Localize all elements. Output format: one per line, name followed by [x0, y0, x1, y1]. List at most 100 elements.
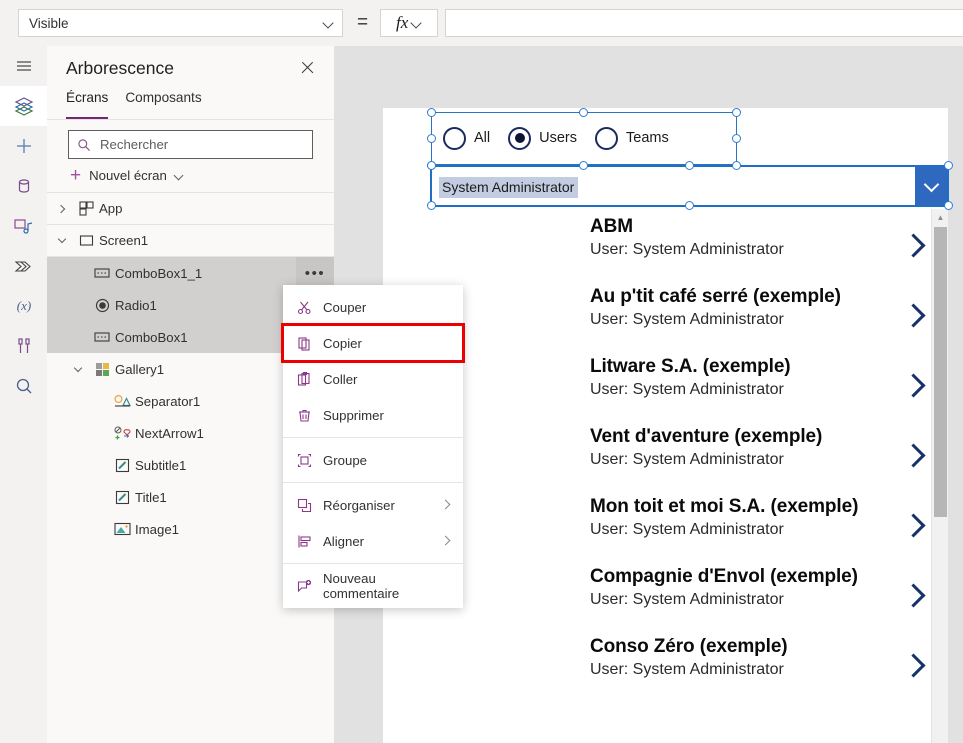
combobox-icon [89, 330, 115, 344]
label-icon [109, 490, 135, 505]
copy-icon [297, 336, 323, 351]
tree-node-label: ComboBox1_1 [115, 265, 203, 281]
selection-handle[interactable] [732, 134, 741, 143]
gallery-item[interactable]: Conso Zéro (exemple) User: System Admini… [431, 629, 948, 699]
gallery-item[interactable]: Litware S.A. (exemple) User: System Admi… [431, 349, 948, 419]
chevron-right-icon[interactable] [904, 441, 926, 469]
selection-handle[interactable] [427, 108, 436, 117]
chevron-down-icon[interactable] [67, 363, 89, 374]
tree-panel-header: Arborescence [47, 46, 334, 90]
close-icon[interactable] [296, 56, 320, 80]
radio-option-all[interactable]: All [443, 126, 490, 150]
selection-handle[interactable] [579, 108, 588, 117]
formula-input[interactable] [445, 9, 963, 37]
gallery-item-title: ABM [590, 216, 633, 237]
selection-handle[interactable] [685, 201, 694, 210]
tree-view-icon[interactable] [0, 86, 47, 126]
chevron-right-icon[interactable] [904, 651, 926, 679]
formula-bar: Visible = fx [0, 0, 963, 46]
radio-icon [89, 298, 115, 313]
menu-item-label: Réorganiser [323, 497, 395, 513]
selection-handle[interactable] [685, 161, 694, 170]
selection-handle[interactable] [579, 161, 588, 170]
selection-handle[interactable] [732, 108, 741, 117]
chevron-right-icon[interactable] [51, 204, 73, 213]
tree-node-label: Separator1 [135, 393, 201, 409]
chevron-right-icon[interactable] [904, 301, 926, 329]
power-automate-icon[interactable] [0, 246, 47, 286]
gallery-item-title: Compagnie d'Envol (exemple) [590, 566, 858, 587]
chevron-right-icon[interactable] [904, 231, 926, 259]
plus-icon: + [70, 164, 82, 186]
tree-node-label: Subtitle1 [135, 457, 187, 473]
menu-divider [283, 437, 463, 438]
gallery-item-title: Vent d'aventure (exemple) [590, 426, 823, 447]
tools-icon[interactable] [0, 326, 47, 366]
variables-icon[interactable]: (x) [0, 286, 47, 326]
gallery-item[interactable]: Compagnie d'Envol (exemple) User: System… [431, 559, 948, 629]
menu-item-label: Nouveau commentaire [323, 571, 400, 601]
property-select[interactable]: Visible [18, 9, 343, 37]
hamburger-menu-icon[interactable] [0, 46, 47, 86]
selection-handle[interactable] [427, 161, 436, 170]
selection-handle[interactable] [944, 161, 953, 170]
screen-icon [73, 233, 99, 248]
menu-divider [283, 482, 463, 483]
tab-ecrans[interactable]: Écrans [66, 90, 109, 119]
gallery-item[interactable]: Vent d'aventure (exemple) User: System A… [431, 419, 948, 489]
radio-option-teams[interactable]: Teams [595, 126, 669, 150]
tree-node-label: App [99, 201, 123, 216]
chevron-down-icon[interactable] [51, 234, 73, 245]
property-select-value: Visible [29, 15, 69, 31]
menu-item-groupe[interactable]: Groupe [283, 442, 463, 478]
radio-group-control[interactable]: All Users Teams [431, 112, 736, 164]
selection-handle[interactable] [427, 201, 436, 210]
menu-item-nouveau-commentaire[interactable]: Nouveau commentaire [283, 568, 463, 604]
search-input[interactable]: Rechercher [68, 130, 313, 159]
menu-item-aligner[interactable]: Aligner [283, 523, 463, 559]
menu-item-copier[interactable]: Copier [281, 323, 465, 363]
gallery-item[interactable]: ABM User: System Administrator [431, 209, 948, 279]
radio-circle-icon [443, 126, 466, 150]
icons-icon [109, 426, 135, 441]
media-icon[interactable] [0, 206, 47, 246]
chevron-right-icon[interactable] [904, 371, 926, 399]
combobox-dropdown-button[interactable] [915, 167, 948, 207]
tab-composants[interactable]: Composants [125, 90, 201, 119]
selection-handle[interactable] [732, 161, 741, 170]
selection-handle[interactable] [427, 134, 436, 143]
tree-node-app[interactable]: App [47, 193, 334, 225]
scroll-up-arrow[interactable]: ▲ [932, 209, 949, 226]
chevron-right-icon[interactable] [904, 511, 926, 539]
menu-item-label: Copier [323, 335, 362, 351]
fx-label: fx [395, 13, 409, 32]
fx-button[interactable]: fx [380, 9, 439, 37]
menu-item-reorganiser[interactable]: Réorganiser [283, 487, 463, 523]
selection-handle[interactable] [944, 201, 953, 210]
scrollbar-thumb[interactable] [934, 227, 947, 517]
gallery-item[interactable]: Au p'tit café serré (exemple) User: Syst… [431, 279, 948, 349]
menu-item-couper[interactable]: Couper [283, 289, 463, 325]
insert-plus-icon[interactable] [0, 126, 47, 166]
radio-circle-selected-icon [508, 126, 532, 150]
gallery-control[interactable]: ABM User: System Administrator Au p'tit … [431, 209, 948, 743]
search-placeholder: Rechercher [100, 137, 169, 152]
gallery-item-title: Litware S.A. (exemple) [590, 356, 791, 377]
search-icon[interactable] [0, 366, 47, 406]
gallery-item[interactable]: Mon toit et moi S.A. (exemple) User: Sys… [431, 489, 948, 559]
radio-option-users[interactable]: Users [508, 126, 577, 150]
data-icon[interactable] [0, 166, 47, 206]
menu-item-supprimer[interactable]: Supprimer [283, 397, 463, 433]
shapes-icon [109, 394, 135, 409]
equals-sign: = [357, 12, 369, 33]
tree-node-label: NextArrow1 [135, 425, 204, 441]
gallery-scrollbar[interactable]: ▲ ▼ [931, 209, 948, 743]
tree-node-label: Radio1 [115, 297, 157, 313]
gallery-item-subtitle: User: System Administrator [590, 661, 784, 678]
gallery-item-subtitle: User: System Administrator [590, 311, 784, 328]
menu-item-coller[interactable]: Coller [283, 361, 463, 397]
menu-item-label: Supprimer [323, 407, 384, 423]
tree-node-screen1[interactable]: Screen1 [47, 225, 334, 257]
new-screen-button[interactable]: + Nouvel écran [47, 159, 334, 193]
chevron-right-icon[interactable] [904, 581, 926, 609]
